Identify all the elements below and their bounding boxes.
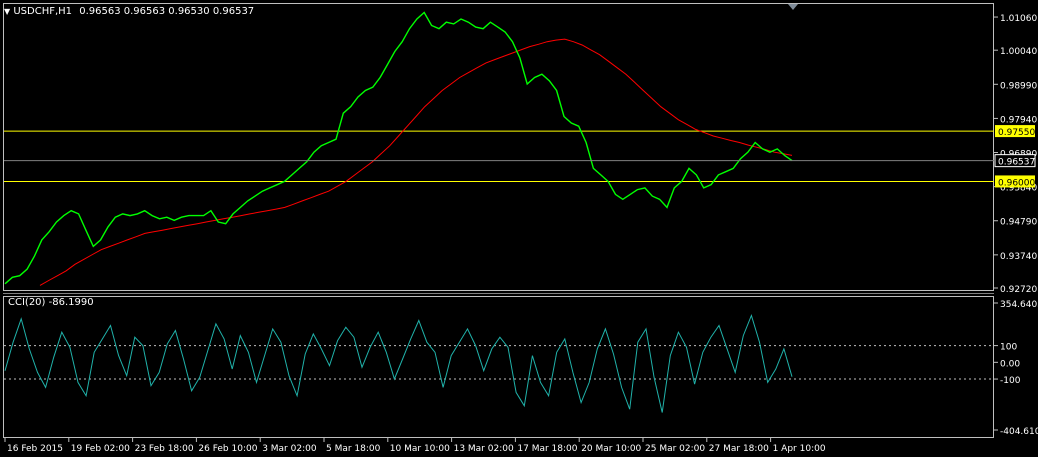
time-tick-label: 5 Mar 18:00 xyxy=(326,444,381,454)
chart-header: ▼ USDCHF,H1 0.96563 0.96563 0.96530 0.96… xyxy=(4,6,254,17)
indicator-header: CCI(20) -86.1990 xyxy=(8,297,94,308)
price-tick-label: 0.98990 xyxy=(1000,81,1037,91)
time-tick-label: 26 Feb 10:00 xyxy=(198,444,257,454)
ohlc-values: 0.96563 0.96563 0.96530 0.96537 xyxy=(79,6,255,17)
time-tick-label: 17 Mar 18:00 xyxy=(517,444,577,454)
cci-tick-label: 0.00 xyxy=(1000,359,1020,369)
cci-label: CCI(20) -86.1990 xyxy=(8,297,94,308)
cci-tick-label: -404.6106 xyxy=(1000,427,1038,437)
time-tick-label: 25 Mar 02:00 xyxy=(645,444,705,454)
price-tick-label: 1.00040 xyxy=(1000,47,1037,57)
dropdown-arrow-icon[interactable]: ▼ xyxy=(4,7,10,16)
cci-tick-label: 354.6403 xyxy=(1000,300,1038,310)
current-price-label: 0.96537 xyxy=(998,158,1035,168)
time-tick-label: 20 Mar 10:00 xyxy=(581,444,641,454)
price-tick-label: 0.92720 xyxy=(1000,285,1037,295)
time-tick-label: 13 Mar 02:00 xyxy=(454,444,514,454)
cci-tick-label: 100 xyxy=(1000,343,1017,353)
time-tick-label: 10 Mar 10:00 xyxy=(390,444,450,454)
time-tick-label: 23 Feb 18:00 xyxy=(135,444,194,454)
hline-price-label: 0.96000 xyxy=(998,178,1035,188)
price-tick-label: 1.01060 xyxy=(1000,14,1037,24)
price-tick-label: 0.97940 xyxy=(1000,115,1037,125)
price-tick-label: 0.94790 xyxy=(1000,218,1037,228)
price-tick-label: 0.93740 xyxy=(1000,252,1037,262)
chart-window: 1.010601.000400.989900.979400.968900.958… xyxy=(0,0,1038,457)
time-tick-label: 3 Mar 02:00 xyxy=(262,444,317,454)
cci-tick-label: -100 xyxy=(1000,376,1021,386)
time-tick-label: 27 Mar 18:00 xyxy=(709,444,769,454)
symbol-timeframe: USDCHF,H1 xyxy=(13,6,73,17)
time-tick-label: 19 Feb 02:00 xyxy=(71,444,130,454)
time-tick-label: 1 Apr 10:00 xyxy=(773,444,826,454)
hline-price-label: 0.97550 xyxy=(998,128,1035,138)
time-tick-label: 16 Feb 2015 xyxy=(7,444,63,454)
